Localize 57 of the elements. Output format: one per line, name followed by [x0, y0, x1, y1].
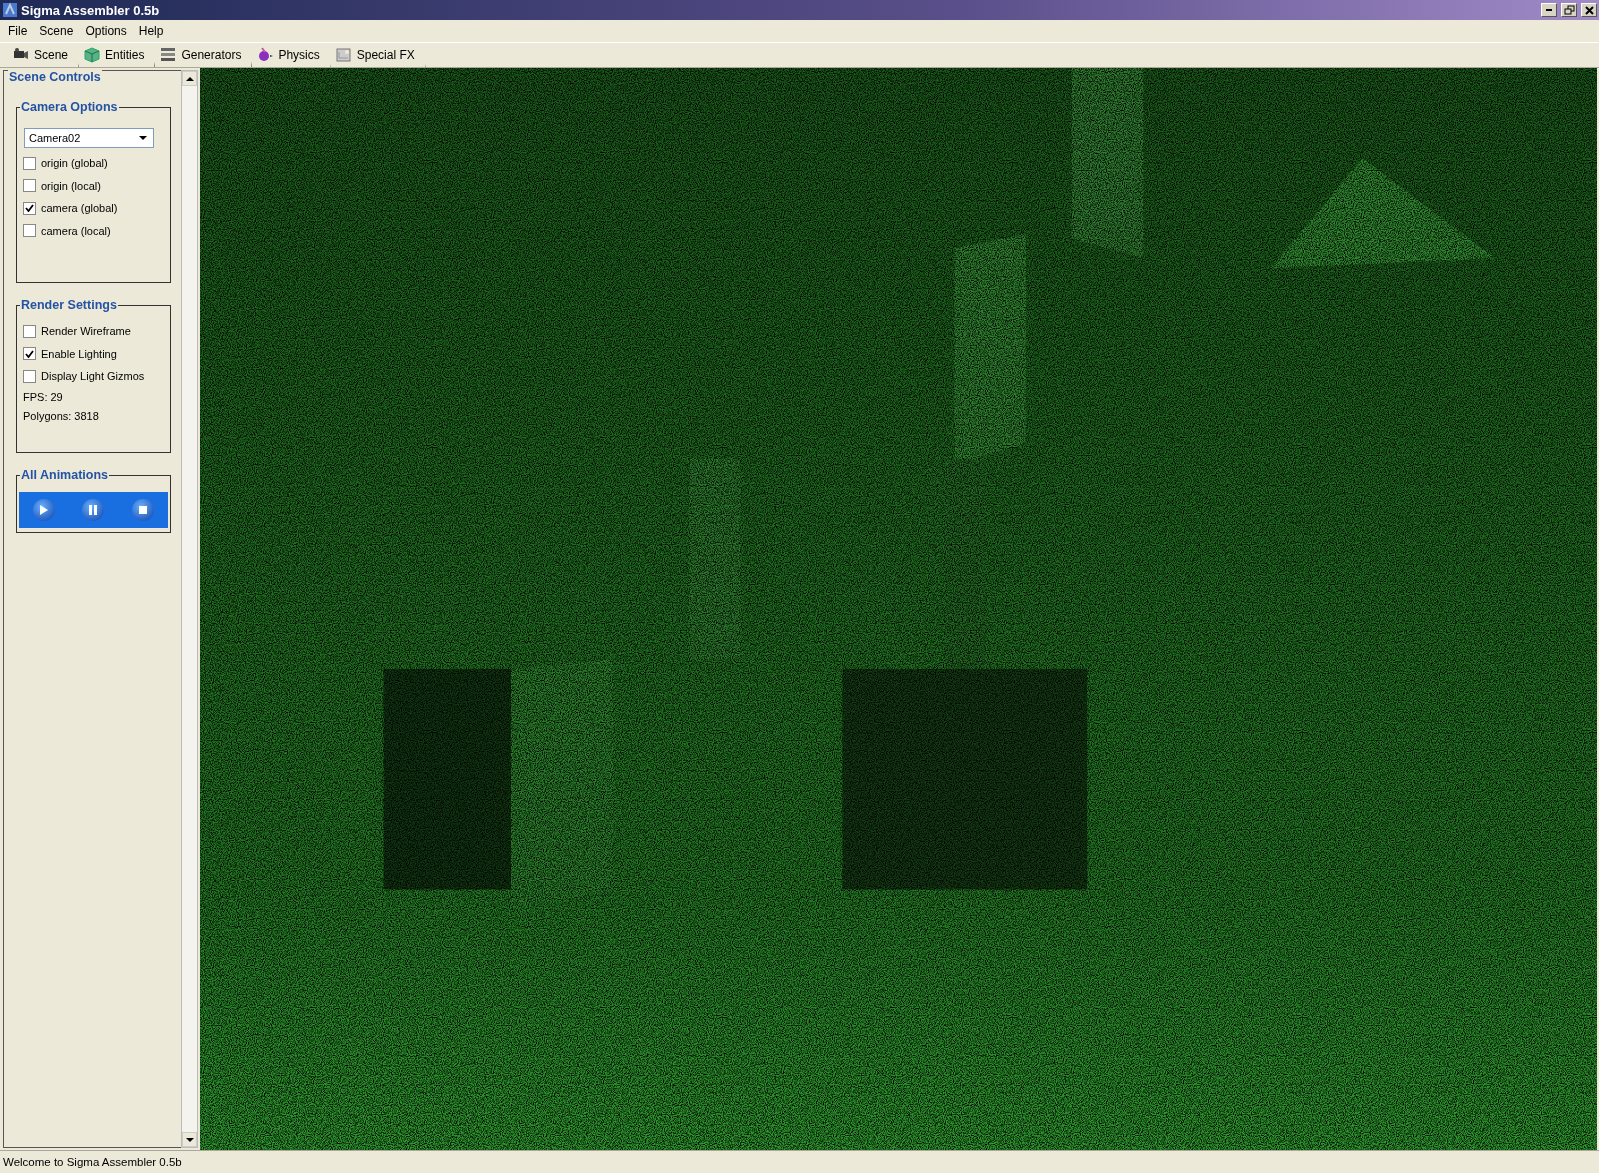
- scroll-up-button[interactable]: [182, 71, 197, 86]
- window-title: Sigma Assembler 0.5b: [21, 2, 161, 18]
- play-icon: [39, 504, 48, 515]
- checkbox-label[interactable]: origin (local): [41, 179, 101, 192]
- caret-icon: [139, 136, 147, 140]
- menu-item[interactable]: Options: [79, 24, 133, 38]
- close-icon: [1583, 4, 1595, 16]
- checkbox-label[interactable]: camera (global): [41, 202, 118, 215]
- tab[interactable]: Generators: [155, 44, 253, 67]
- play-button[interactable]: [32, 498, 55, 521]
- minimize-icon: [1546, 9, 1552, 11]
- check-icon: [25, 204, 34, 213]
- menu-item[interactable]: Scene: [33, 24, 80, 38]
- stop-icon: [139, 505, 148, 514]
- stack-icon: [159, 46, 178, 64]
- checkbox-label[interactable]: Enable Lighting: [41, 347, 117, 360]
- checkbox-label[interactable]: camera (local): [41, 224, 111, 237]
- restore-button[interactable]: [1561, 3, 1577, 17]
- cube-icon: [83, 46, 102, 64]
- menu-item[interactable]: Help: [132, 24, 170, 38]
- checkbox[interactable]: [23, 347, 36, 361]
- scrollbar[interactable]: [181, 70, 198, 1148]
- checkbox[interactable]: [23, 179, 36, 193]
- orb-icon: [256, 46, 275, 64]
- status-bar: Welcome to Sigma Assembler 0.5b: [0, 1150, 1599, 1173]
- group-title: Render Settings: [20, 298, 118, 312]
- tab[interactable]: Scene: [8, 44, 80, 67]
- camera-dropdown[interactable]: Camera02: [24, 128, 154, 148]
- stop-button[interactable]: [132, 498, 155, 521]
- up-arrow-icon: [185, 76, 194, 81]
- tab[interactable]: Special FX: [330, 44, 426, 67]
- stat-text: Polygons: 3818: [23, 409, 100, 424]
- checkbox[interactable]: [23, 156, 36, 170]
- pause-button[interactable]: [82, 498, 105, 521]
- app-icon: [2, 2, 18, 18]
- panel-title: Scene Controls: [8, 70, 102, 84]
- image-icon: [334, 46, 353, 64]
- pause-icon: [89, 504, 98, 515]
- checkbox-label[interactable]: Display Light Gizmos: [41, 370, 145, 383]
- group-title: Camera Options: [20, 100, 119, 114]
- menu-item[interactable]: File: [2, 24, 34, 38]
- scroll-down-button[interactable]: [182, 1132, 197, 1147]
- checkbox[interactable]: [23, 201, 36, 215]
- tab[interactable]: Physics: [252, 44, 331, 67]
- minimize-button[interactable]: [1541, 3, 1557, 17]
- checkbox[interactable]: [23, 324, 36, 338]
- checkbox-label[interactable]: Render Wireframe: [41, 325, 131, 338]
- group-title: All Animations: [20, 467, 110, 482]
- checkbox[interactable]: [23, 224, 36, 238]
- check-icon: [25, 349, 34, 358]
- tab[interactable]: Entities: [79, 44, 156, 67]
- down-arrow-icon: [185, 1137, 194, 1142]
- restore-icon: [1563, 4, 1575, 16]
- close-button[interactable]: [1581, 3, 1597, 17]
- checkbox-label[interactable]: origin (global): [41, 157, 108, 170]
- checkbox[interactable]: [23, 369, 36, 383]
- stat-text: FPS: 29: [23, 390, 64, 405]
